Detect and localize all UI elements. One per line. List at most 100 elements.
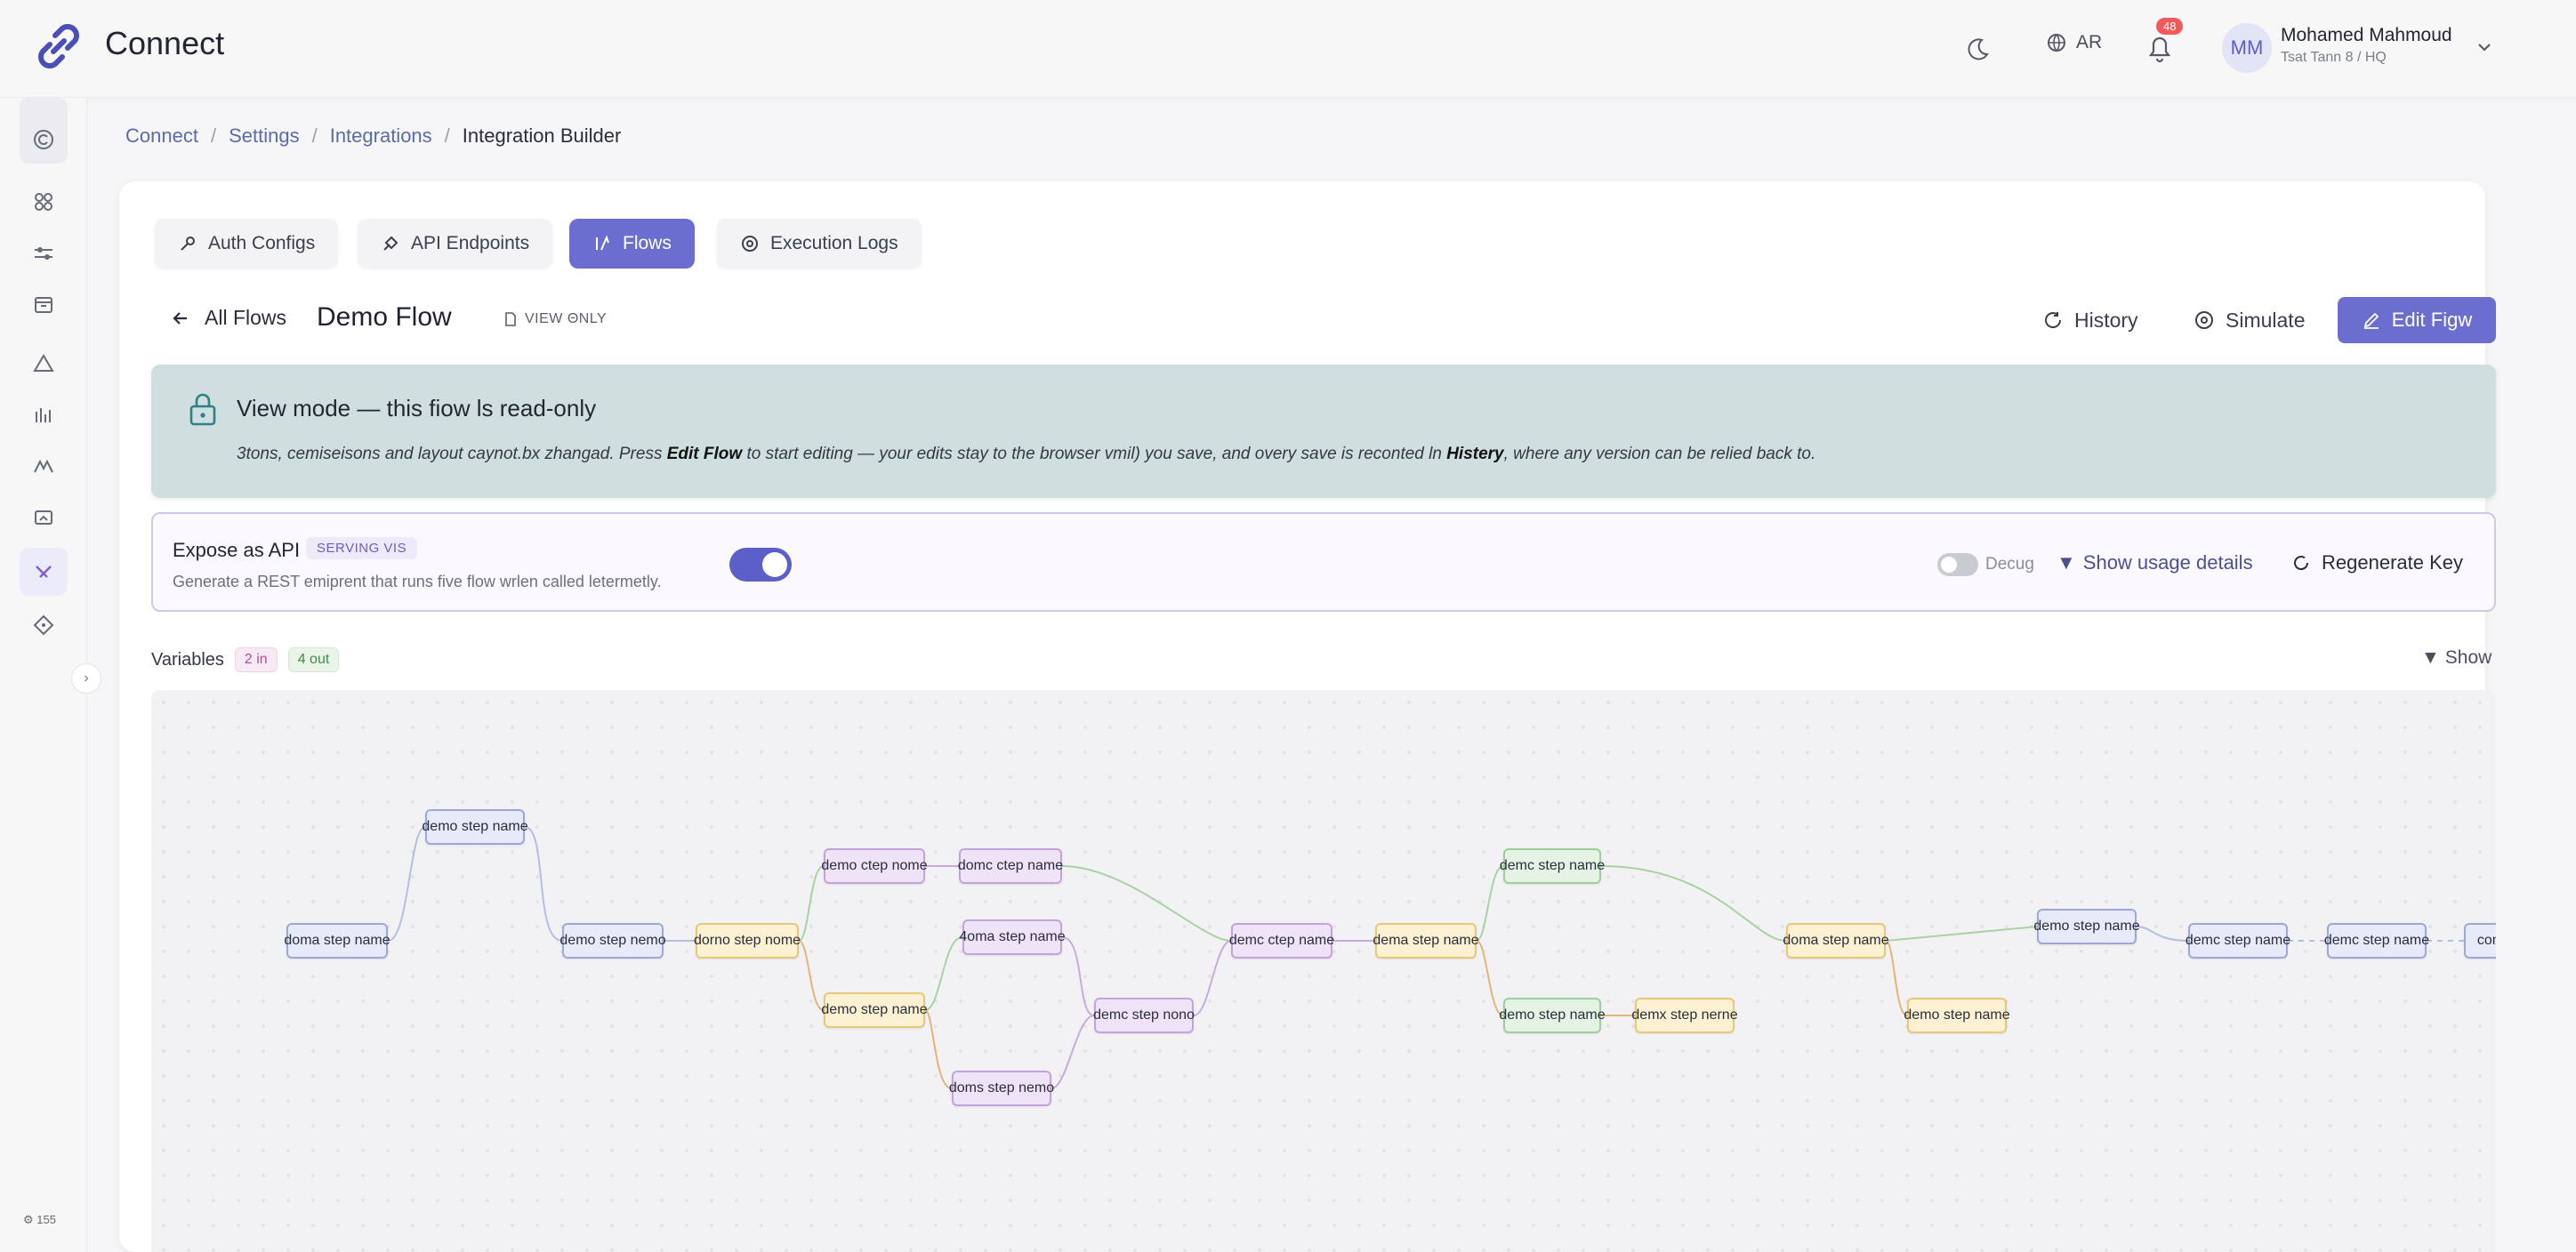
tab-auth-configs[interactable]: Auth Configs [155,219,339,269]
user-subtitle: Tsat Tann 8 / HQ [2281,50,2387,65]
edit-flow-label: Edit Figw [2391,309,2473,331]
integrations-icon [36,566,52,578]
show-usage-details-link[interactable]: ▼ Show usage details [2057,551,2253,574]
sidebar-collapse-toggle[interactable]: › [71,663,101,694]
banner-text-part: to start editing — your edits stay to th… [742,445,1447,463]
breadcrumb-settings[interactable]: Settings [229,124,300,148]
back-to-all-flows[interactable]: All Flows [171,306,286,330]
banner-title: View mode — this fiow ls read-only [237,395,597,421]
sidebar-item-tags[interactable] [20,601,68,649]
arrow-left-icon [173,311,187,325]
view-only-badge: VIEW ΘΝLY [503,311,607,327]
banner-text: 3tons, cemiseisons and layout caynot.bx … [237,445,1815,464]
language-label: AR [2076,32,2103,52]
monitor-icon [35,510,52,525]
flow-node[interactable]: demo step name [821,992,928,1028]
debug-toggle[interactable] [1937,553,1978,576]
app-title: Connect [105,25,225,61]
breadcrumb-integrations[interactable]: Integrations [330,124,432,148]
sidebar-item-alerts[interactable] [20,340,68,388]
tab-api-endpoints[interactable]: API Endpoints [358,219,553,269]
variables-label: Variables [151,649,224,670]
history-label: History [2074,308,2138,332]
flow-node[interactable]: demc ctep name [1229,923,1334,959]
breadcrumb-connect[interactable]: Connect [125,124,198,148]
sidebar-item-monitor[interactable] [20,494,68,542]
sidebar-item-archive[interactable] [20,281,68,329]
history-button[interactable]: History [2042,297,2138,343]
banner-history-ref: Histery [1446,445,1504,463]
tab-label: Flows [623,233,672,253]
serving-badge: SERVING VIS [306,537,418,559]
moon-icon[interactable] [1962,34,1992,64]
sidebar-item-home[interactable] [20,116,68,164]
flow-node[interactable]: demx step nerne [1631,998,1738,1033]
key-icon [181,237,195,251]
sidebar-item-apps[interactable] [20,178,68,226]
flow-node[interactable]: demo step nemo [559,923,666,959]
flow-node[interactable]: demc step name [2186,923,2290,959]
flow-node[interactable]: dorno step nome [694,923,801,959]
variables-in-badge: 2 in [234,647,278,672]
breadcrumb: Connect / Settings / Integrations / Inte… [125,124,621,148]
back-label: All Flows [205,306,287,329]
flow-node[interactable]: demo step name [422,809,528,845]
expose-api-subtitle: Generate a REST emiprent that runs five … [173,573,662,590]
flow-node[interactable]: doma step name [284,923,390,959]
debug-label: Decug [1985,555,2034,574]
expose-api-toggle[interactable] [729,548,792,582]
breadcrumb-separator: / [210,124,217,147]
flow-node[interactable]: demo step name [1904,998,2010,1033]
variables-show-label: Show [2444,647,2492,668]
sidebar-item-integrations[interactable] [20,548,68,596]
user-name[interactable]: Mohamed Mahmoud [2281,25,2452,46]
sidebar-item-analytics[interactable] [20,391,68,439]
usage-label: Show usage details [2082,551,2253,574]
edit-flow-button[interactable]: Edit Figw [2338,297,2496,343]
log-icon [742,236,758,252]
sidebar-footer: ⚙ 155 [23,1213,56,1226]
flow-node[interactable]: demc step name [2324,923,2429,959]
tab-flows[interactable]: Flows [569,219,695,269]
tab-label: Execution Logs [770,233,898,253]
flow-node[interactable]: demc step name [1500,848,1605,884]
flow-node[interactable]: domc ctep name [958,848,1063,884]
bell-icon[interactable] [2144,30,2176,66]
variables-out-badge: 4 out [287,647,340,672]
variables-show-toggle[interactable]: ▼ Show [2421,647,2491,669]
flow-icon [596,235,609,251]
document-icon [505,312,516,326]
play-circle-icon [2195,311,2213,329]
flow-edges [387,826,2464,1089]
flow-node[interactable]: demo step name [1499,998,1606,1033]
flow-node[interactable]: 4oma step name [959,919,1066,955]
flow-node[interactable]: doma step name [1783,923,1889,959]
flow-node[interactable]: demc step nono [1093,998,1195,1033]
chevron-right-icon: › [84,670,89,686]
flow-node[interactable]: dema step name [1373,923,1479,959]
banner-edit-flow-ref: Edit Flow [666,445,743,463]
regenerate-label: Regenerate Key [2322,551,2463,574]
copyright-icon [34,130,53,149]
tab-execution-logs[interactable]: Execution Logs [717,219,922,269]
flow-node[interactable]: demo ctep nome [821,848,928,884]
regenerate-key-button[interactable]: Regenerate Key [2291,551,2463,574]
avatar[interactable]: MM [2222,23,2272,73]
language-switch[interactable]: AR [2046,32,2102,53]
flow-node[interactable]: demo step name [2033,909,2140,944]
sidebar-item-settings[interactable] [20,229,68,277]
sliders-icon [35,247,52,260]
archive-icon [35,297,52,313]
notification-badge: 48 [2156,18,2184,35]
flow-node[interactable]: com [2464,923,2496,959]
flow-canvas[interactable]: doma step name demo step name demo step … [151,690,2496,1252]
simulate-button[interactable]: Simulate [2194,297,2305,343]
chevron-down-icon[interactable] [2473,36,2496,59]
sidebar-item-activity[interactable] [20,443,68,491]
breadcrumb-current: Integration Builder [462,124,622,147]
variables-row: Variables 2 in 4 out [151,647,340,672]
link-logo-icon[interactable] [30,18,87,75]
triangle-icon [33,354,54,372]
flow-node[interactable]: doms step nemo [949,1071,1054,1106]
caret-down-icon: ▼ [2057,551,2076,574]
